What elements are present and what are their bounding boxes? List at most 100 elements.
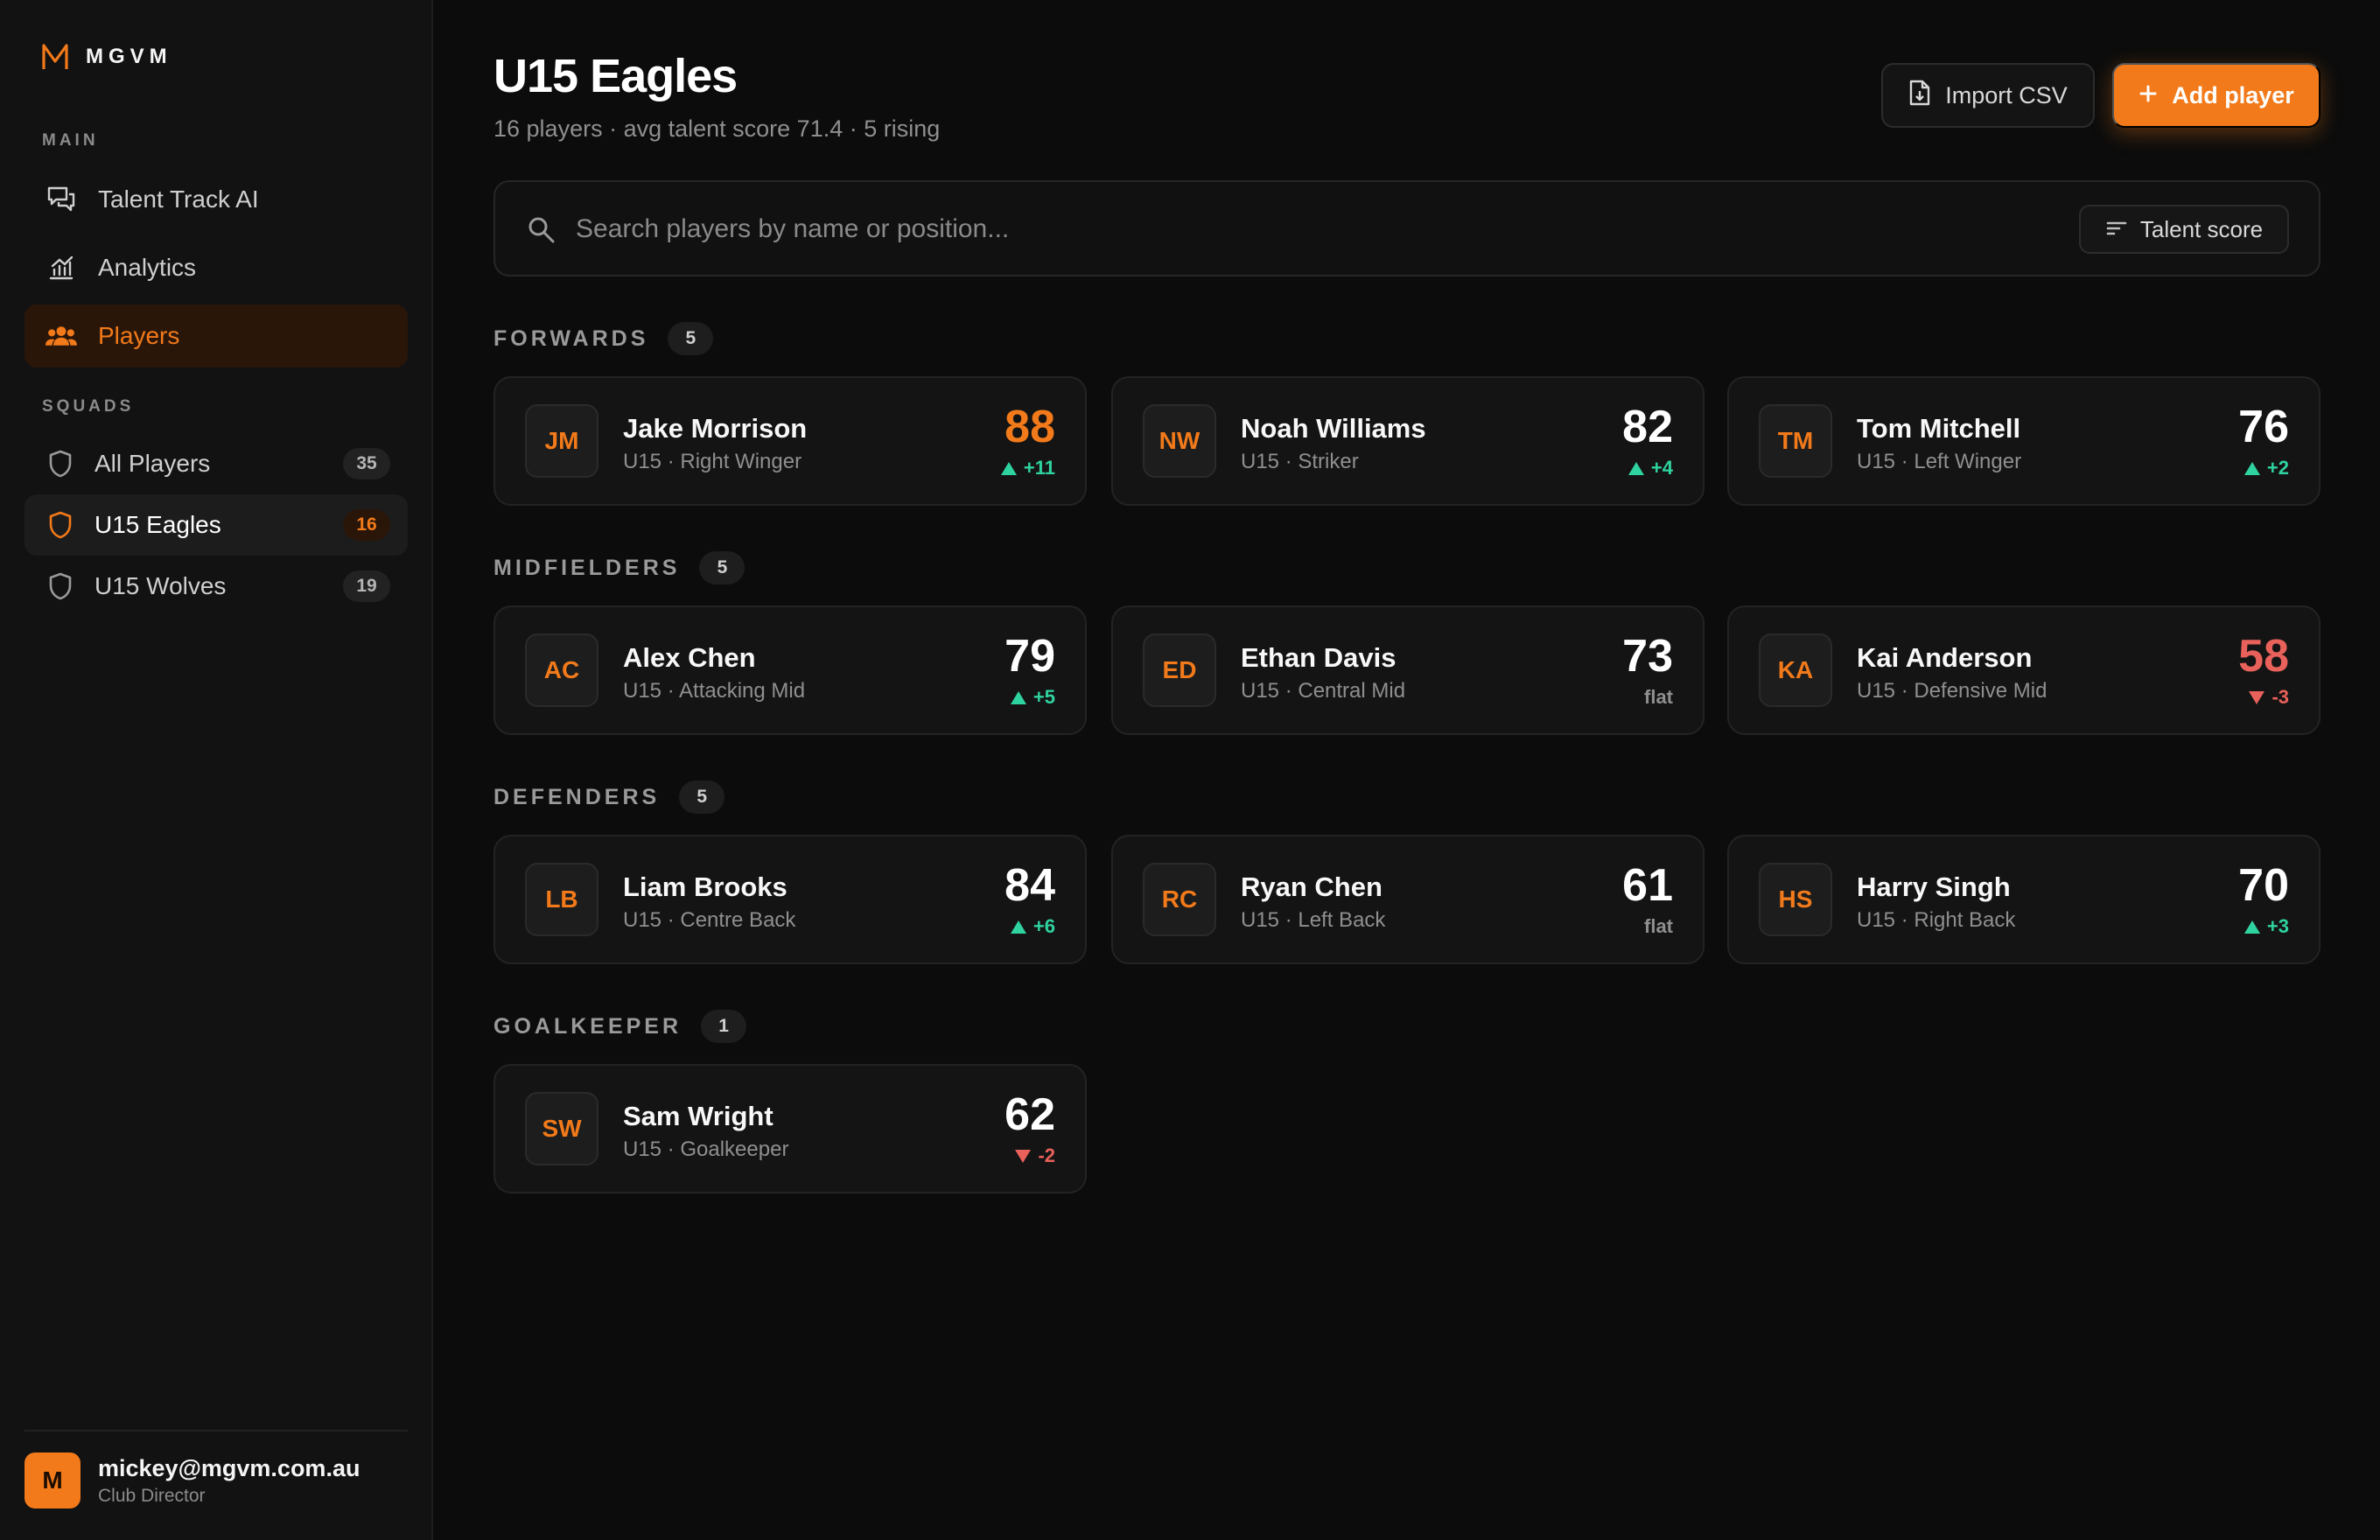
score-delta: -2: [1038, 1144, 1055, 1166]
search-input[interactable]: [576, 208, 1801, 250]
score-delta: +11: [1023, 457, 1055, 479]
player-name: Kai Anderson: [1857, 642, 2033, 673]
player-card[interactable]: KA Kai Anderson U15 · Defensive Mid 58 -…: [1727, 606, 2320, 735]
user-email: mickey@mgvm.com.au: [98, 1454, 360, 1481]
trend-up-icon: [2244, 461, 2260, 475]
player-role: U15 · Attacking Mid: [623, 679, 806, 703]
nav-item-talent-track-ai[interactable]: Talent Track AI: [24, 168, 408, 231]
score-trend: -3: [2249, 686, 2289, 709]
sort-label: Talent score: [2139, 215, 2264, 242]
player-initials: TM: [1759, 404, 1832, 478]
group-header-goalkeeper: GOALKEEPER 1: [494, 1010, 747, 1043]
score-trend: +5: [1010, 686, 1055, 709]
trend-down-icon: [2249, 690, 2265, 704]
score-trend: +4: [1628, 457, 1673, 480]
player-initials: KA: [1759, 634, 1832, 707]
import-csv-button[interactable]: Import CSV: [1881, 63, 2095, 128]
squad-label: U15 Wolves: [94, 572, 227, 599]
player-role: U15 · Left Winger: [1857, 450, 2022, 473]
trend-up-icon: [1010, 690, 1026, 704]
player-card[interactable]: RC Ryan Chen U15 · Left Back 61 flat: [1111, 835, 1704, 964]
user-role: Club Director: [98, 1485, 206, 1506]
group-label: DEFENDERS: [494, 784, 661, 809]
squad-item-u15-eagles[interactable]: U15 Eagles 16: [24, 494, 408, 556]
talent-score: 84: [1004, 860, 1055, 911]
trend-up-icon: [2244, 920, 2260, 934]
player-initials: SW: [525, 1092, 598, 1166]
player-card[interactable]: ED Ethan Davis U15 · Central Mid 73 flat: [1111, 606, 1704, 735]
search-icon: [527, 215, 556, 249]
group-count-badge: 5: [679, 780, 725, 814]
player-card[interactable]: JM Jake Morrison U15 · Right Winger 88 +…: [494, 376, 1087, 506]
search-bar: Talent score: [494, 180, 2320, 276]
score-delta: -3: [2272, 686, 2289, 708]
brand-logo[interactable]: MGVM: [40, 42, 172, 72]
player-name: Tom Mitchell: [1857, 413, 2021, 444]
player-role: U15 · Right Winger: [623, 450, 802, 473]
player-role: U15 · Goalkeeper: [623, 1138, 789, 1161]
talent-score: 73: [1622, 631, 1673, 682]
player-name: Noah Williams: [1241, 413, 1426, 444]
group-header-midfielders: MIDFIELDERS 5: [494, 551, 746, 584]
player-card[interactable]: SW Sam Wright U15 · Goalkeeper 62 -2: [494, 1064, 1087, 1194]
score-trend: +6: [1010, 915, 1055, 938]
talent-score: 58: [2238, 631, 2289, 682]
player-card[interactable]: TM Tom Mitchell U15 · Left Winger 76 +2: [1727, 376, 2320, 506]
player-card[interactable]: NW Noah Williams U15 · Striker 82 +4: [1111, 376, 1704, 506]
shield-icon: [46, 571, 75, 601]
group-count-badge: 5: [699, 551, 746, 584]
talent-score: 88: [1004, 402, 1055, 452]
talent-score: 82: [1622, 402, 1673, 452]
player-initials: JM: [525, 404, 598, 478]
group-label: MIDFIELDERS: [494, 555, 681, 580]
nav-item-players[interactable]: Players: [24, 304, 408, 368]
user-profile[interactable]: M mickey@mgvm.com.au Club Director: [24, 1452, 360, 1508]
sidebar: MGVM MAIN Talent Track AI Analytics Play…: [0, 0, 433, 1540]
nav-item-label: Analytics: [98, 254, 197, 281]
score-delta: flat: [1644, 686, 1673, 708]
player-card[interactable]: LB Liam Brooks U15 · Centre Back 84 +6: [494, 835, 1087, 964]
squad-item-all-players[interactable]: All Players 35: [24, 433, 408, 494]
add-player-button[interactable]: Add player: [2112, 63, 2320, 128]
player-name: Harry Singh: [1857, 872, 2011, 902]
squads-section-label: SQUADS: [42, 397, 135, 416]
group-header-defenders: DEFENDERS 5: [494, 780, 725, 814]
users-icon: [46, 320, 77, 352]
squad-label: All Players: [94, 450, 211, 477]
page-subtitle: 16 players · avg talent score 71.4 · 5 r…: [494, 116, 941, 142]
squad-count-badge: 35: [343, 448, 390, 480]
player-name: Ryan Chen: [1241, 872, 1382, 902]
sort-icon: [2105, 216, 2128, 243]
score-delta: +5: [1032, 686, 1055, 708]
nav-item-label: Players: [98, 322, 180, 349]
player-role: U15 · Centre Back: [623, 908, 796, 932]
score-trend: -2: [1015, 1144, 1055, 1167]
score-trend: +3: [2244, 915, 2289, 938]
import-csv-label: Import CSV: [1945, 81, 2068, 108]
score-trend: +2: [2244, 457, 2289, 480]
sort-talent-score-button[interactable]: Talent score: [2079, 205, 2289, 254]
group-label: FORWARDS: [494, 326, 649, 351]
player-name: Alex Chen: [623, 642, 756, 673]
player-role: U15 · Left Back: [1241, 908, 1386, 932]
score-trend: flat: [1644, 915, 1673, 938]
squad-count-badge: 19: [343, 570, 390, 602]
file-import-icon: [1908, 80, 1931, 112]
chart-icon: [46, 252, 77, 284]
chat-icon: [46, 184, 77, 215]
score-delta: flat: [1644, 915, 1673, 937]
talent-score: 70: [2238, 860, 2289, 911]
score-delta: +4: [1650, 457, 1673, 479]
player-name: Sam Wright: [623, 1101, 774, 1131]
player-name: Liam Brooks: [623, 872, 788, 902]
trend-up-icon: [1010, 920, 1026, 934]
player-card[interactable]: AC Alex Chen U15 · Attacking Mid 79 +5: [494, 606, 1087, 735]
player-initials: AC: [525, 634, 598, 707]
nav-item-analytics[interactable]: Analytics: [24, 236, 408, 299]
group-count-badge: 1: [701, 1010, 747, 1043]
player-card[interactable]: HS Harry Singh U15 · Right Back 70 +3: [1727, 835, 2320, 964]
squad-item-u15-wolves[interactable]: U15 Wolves 19: [24, 556, 408, 617]
group-count-badge: 5: [668, 322, 714, 355]
score-delta: +6: [1032, 915, 1055, 937]
add-player-label: Add player: [2172, 81, 2294, 108]
